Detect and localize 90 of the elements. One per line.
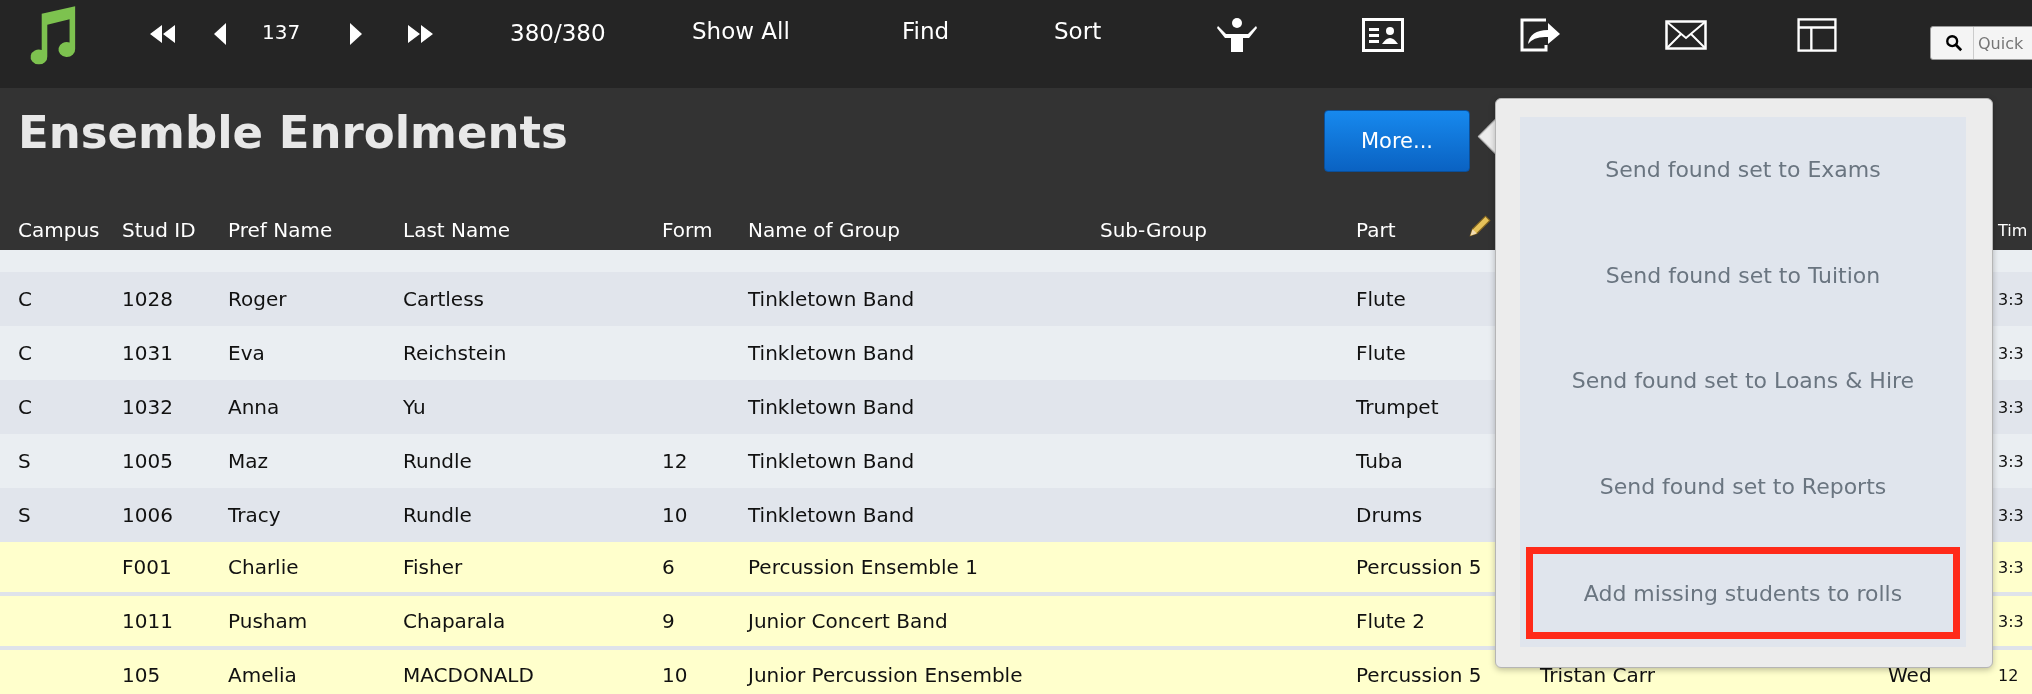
record-count: 380/380 (510, 20, 606, 46)
table-cell-text: Reichstein (403, 341, 508, 365)
table-cell-text: 1028 (122, 287, 174, 311)
table-cell-text: C (18, 395, 33, 419)
table-cell-text: 6 (662, 555, 676, 579)
toolbar-button[interactable]: Sort (1052, 14, 1104, 48)
table-cell-text: Flute (1356, 287, 1407, 311)
table-cell-text: Drums (1356, 503, 1424, 527)
table-cell-text: 12 (662, 449, 689, 473)
table-cell-text: Pusham (228, 609, 309, 633)
table-cell-text: Rundle (403, 503, 473, 527)
table-cell-text: 105 (122, 663, 162, 687)
table-cell-text: Tracy (228, 503, 282, 527)
person-shrug-icon[interactable] (1216, 18, 1258, 52)
table-cell-text: F001 (122, 555, 173, 579)
record-number[interactable]: 137 (262, 20, 301, 44)
column-header[interactable]: Campus (18, 218, 122, 242)
quick-search-field[interactable]: Quick (1930, 26, 2032, 60)
table-cell-text: 1011 (122, 609, 174, 633)
table-cell-text: Anna (228, 395, 281, 419)
table-cell-text: 3:3 (1998, 343, 2025, 363)
column-header[interactable]: Sub-Group (1100, 218, 1356, 242)
share-arrow-icon[interactable] (1520, 18, 1562, 52)
table-cell-text: 1031 (122, 341, 174, 365)
column-header[interactable]: Form (662, 218, 748, 242)
table-cell-text: Percussion 5 (1356, 663, 1483, 687)
table-cell-text: S (18, 449, 32, 473)
table-cell-text: Chaparala (403, 609, 507, 633)
column-header[interactable]: Last Name (403, 218, 662, 242)
table-cell-text: Flute (1356, 341, 1407, 365)
table-cell-text: Tinkletown Band (748, 341, 916, 365)
table-cell-text: 1006 (122, 503, 174, 527)
table-cell-text: 12 (1998, 665, 2020, 685)
table-cell-text: 3:3 (1998, 557, 2025, 577)
table-cell-text: Trumpet (1356, 395, 1440, 419)
table-cell-text: Wed (1888, 663, 1933, 687)
first-record-icon[interactable] (150, 24, 176, 44)
table-cell-text: Tinkletown Band (748, 449, 916, 473)
table-cell-text: Tinkletown Band (748, 395, 916, 419)
column-header[interactable]: Pref Name (228, 218, 403, 242)
popover-menu-item[interactable]: Send found set to Exams (1526, 117, 1960, 223)
table-cell-text: Charlie (228, 555, 300, 579)
table-cell-text: Rundle (403, 449, 473, 473)
search-icon (1945, 34, 1963, 52)
table-cell-text: C (18, 287, 33, 311)
page-title: Ensemble Enrolments (18, 106, 568, 159)
toolbar-button[interactable]: Show All (690, 14, 792, 48)
table-row[interactable]: 105 Amelia MACDONALD 10 Junior Percussion Ensemble Percussion 5 Tristan Carr Wed 12 (0, 650, 2032, 694)
table-cell-text: Tuba (1356, 449, 1404, 473)
table-cell-text: Cartless (403, 287, 485, 311)
table-cell-text: 3:3 (1998, 505, 2025, 525)
envelope-icon[interactable] (1665, 18, 1707, 52)
table-cell-text: S (18, 503, 32, 527)
table-cell-text: 10 (662, 663, 689, 687)
table-cell-text: 3:3 (1998, 611, 2025, 631)
toolbar-button[interactable]: Find (900, 14, 952, 48)
table-cell-text: Flute 2 (1356, 609, 1426, 633)
table-cell-text: Fisher (403, 555, 464, 579)
previous-record-icon[interactable] (214, 22, 226, 46)
table-cell-text: Percussion Ensemble 1 (748, 555, 979, 579)
pencil-icon (1466, 214, 1492, 240)
table-cell-text: Eva (228, 341, 266, 365)
table-cell-text: Maz (228, 449, 269, 473)
table-cell-text: 3:3 (1998, 451, 2025, 471)
table-cell-text: Roger (228, 287, 288, 311)
layout-icon[interactable] (1796, 18, 1838, 52)
table-cell-text: 9 (662, 609, 676, 633)
table-cell-text: 1005 (122, 449, 174, 473)
more-button[interactable]: More... (1324, 110, 1470, 172)
column-header[interactable]: Tim (1998, 220, 2032, 240)
table-cell-text: Junior Concert Band (748, 609, 949, 633)
popover-menu-item[interactable]: Add missing students to rolls (1526, 547, 1960, 639)
table-cell-text: Yu (403, 395, 427, 419)
table-cell-text: Junior Percussion Ensemble (748, 663, 1024, 687)
table-cell-text: Amelia (228, 663, 298, 687)
table-cell-text: 10 (662, 503, 689, 527)
table-cell-text: Tristan Carr (1540, 663, 1656, 687)
table-cell-text: 1032 (122, 395, 174, 419)
next-record-icon[interactable] (350, 22, 362, 46)
column-header[interactable]: Name of Group (748, 218, 1100, 242)
table-cell-text: 3:3 (1998, 397, 2025, 417)
column-header[interactable]: Stud ID (122, 218, 228, 242)
table-cell-text: Tinkletown Band (748, 503, 916, 527)
contact-card-icon[interactable] (1362, 18, 1404, 52)
last-record-icon[interactable] (408, 24, 434, 44)
table-cell-text: MACDONALD (403, 663, 535, 687)
table-cell-text: C (18, 341, 33, 365)
table-cell-text: Percussion 5 (1356, 555, 1483, 579)
table-cell-text: 3:3 (1998, 289, 2025, 309)
table-cell-text: Tinkletown Band (748, 287, 916, 311)
